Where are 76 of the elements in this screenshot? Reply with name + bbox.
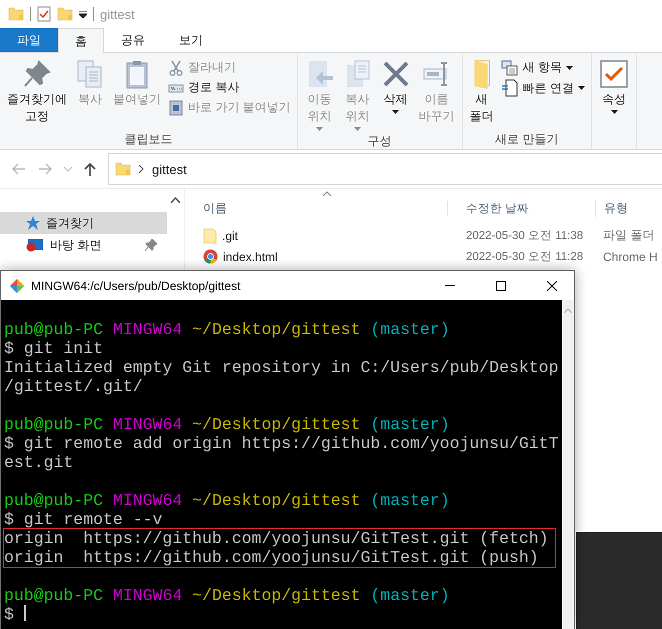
group-label: 클립보드: [123, 131, 174, 147]
ribbon-tab[interactable]: 파일: [0, 28, 58, 52]
shortcut-icon: [168, 100, 184, 116]
up-icon[interactable]: [84, 162, 96, 176]
caret-icon: [392, 110, 400, 114]
chevron-icon: [139, 165, 144, 173]
terminal-line: Initialized empty Git repository in C:/Users/pub/Desktop: [4, 358, 560, 377]
new-item-icon: [500, 60, 519, 76]
nav-item[interactable]: 바탕 화면: [0, 234, 167, 256]
terminal-prompt: pub@pub-PC MINGW64 ~/Desktop/gittest (master): [4, 491, 451, 510]
terminal-line: $: [4, 605, 14, 624]
caret-icon: [578, 86, 586, 90]
group-label: 새로 만들기: [494, 131, 560, 147]
checkbox-icon: [599, 59, 630, 89]
ribbon-button[interactable]: 즐겨찾기에 고정: [4, 57, 70, 131]
ribbon-button[interactable]: 경로 복사: [166, 79, 293, 96]
group-label: 구성: [366, 133, 393, 149]
column-header[interactable]: 유형: [595, 200, 628, 216]
folder-icon: [8, 6, 24, 22]
file-type: Chrome H: [602, 250, 658, 264]
ribbon-tab[interactable]: 보기: [162, 28, 220, 52]
ribbon-button[interactable]: 새 폴더: [466, 57, 497, 131]
delete-icon: [380, 59, 411, 89]
ribbon-button[interactable]: 빠른 연결: [498, 79, 588, 97]
column-header[interactable]: 수정한 날짜: [447, 200, 595, 216]
terminal-prompt: pub@pub-PC MINGW64 ~/Desktop/gittest (master): [4, 586, 451, 605]
dropdown-icon: [79, 10, 87, 18]
modified-date: 2022-05-30 오전 11:38: [465, 229, 584, 243]
sort-icon: [323, 191, 331, 196]
window-title: MINGW64:/c/Users/pub/Desktop/gittest: [31, 278, 242, 292]
caret-icon: [610, 110, 618, 114]
git-icon: [9, 278, 25, 294]
ribbon-tab[interactable]: 공유: [104, 28, 162, 52]
forward-icon[interactable]: [38, 163, 52, 175]
caret-icon: [354, 127, 362, 131]
scroll-up-icon[interactable]: [171, 197, 180, 203]
file-type: 파일 폴더: [602, 227, 654, 244]
text-cursor: [24, 605, 26, 621]
file-name[interactable]: .git: [222, 228, 238, 242]
star-icon: [26, 216, 40, 230]
easy-access-icon: [500, 79, 519, 97]
ribbon-button[interactable]: 속성: [596, 57, 632, 147]
desktop-icon: [26, 238, 44, 252]
terminal-prompt: pub@pub-PC MINGW64 ~/Desktop/gittest (master): [4, 320, 451, 339]
terminal-line: est.git: [4, 453, 74, 472]
back-icon[interactable]: [12, 163, 26, 175]
pin-icon: [22, 59, 52, 89]
modified-date: 2022-05-30 오전 11:28: [465, 250, 584, 264]
minimize-icon: [444, 284, 454, 286]
terminal-line: $ git remote --v: [4, 510, 164, 529]
terminal-line: origin https://github.com/yoojunsu/GitTest.git (push): [4, 548, 540, 567]
ribbon-button[interactable]: 삭제: [378, 57, 414, 133]
ribbon-tab[interactable]: 홈: [58, 28, 104, 53]
terminal-line: $ git remote add origin https://github.com/yoojunsu/GitT: [4, 434, 560, 453]
maximize-icon: [496, 280, 506, 290]
scissors-icon: [168, 60, 184, 76]
file-name[interactable]: index.html: [223, 250, 278, 264]
chevron-icon[interactable]: [64, 166, 72, 172]
terminal-prompt: pub@pub-PC MINGW64 ~/Desktop/gittest (master): [4, 415, 451, 434]
window-title: gittest: [100, 6, 135, 22]
folder-icon: [57, 6, 73, 22]
browser-icon: [203, 249, 218, 264]
caret-icon: [566, 66, 574, 70]
close-icon: [546, 280, 556, 290]
folder-icon: [203, 228, 217, 244]
pin-icon: [145, 239, 157, 251]
nav-item[interactable]: 즐겨찾기: [0, 212, 167, 234]
terminal-line: /gittest/.git/: [4, 377, 144, 396]
properties-icon: [37, 6, 51, 22]
address-bar[interactable]: gittest: [108, 153, 662, 185]
terminal-line: origin https://github.com/yoojunsu/GitTest.git (fetch): [4, 529, 550, 548]
folder-icon: [115, 161, 131, 177]
terminal-line: $ git init: [4, 339, 104, 358]
column-header[interactable]: 이름: [185, 200, 447, 216]
caret-icon: [316, 127, 324, 131]
ribbon-button[interactable]: 새 항목: [498, 59, 588, 76]
